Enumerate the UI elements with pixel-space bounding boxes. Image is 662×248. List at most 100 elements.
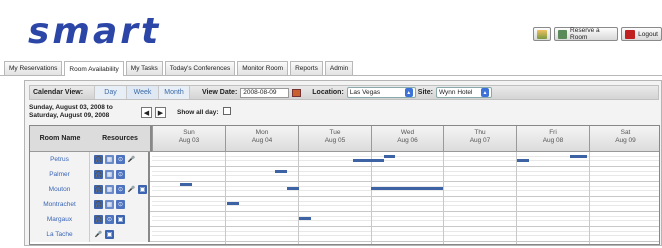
day-divider xyxy=(371,152,372,244)
room-name[interactable]: Montrachet xyxy=(30,197,90,212)
show-all-day-checkbox[interactable] xyxy=(223,107,231,115)
tab-monitor-room[interactable]: Monitor Room xyxy=(237,61,289,75)
ad-icon: ⊙ xyxy=(116,200,125,209)
day-name: Mon xyxy=(255,129,269,136)
smart-logo: smart xyxy=(28,11,162,52)
day-date: Aug 09 xyxy=(615,137,636,144)
ad-icon: ⊙ xyxy=(116,170,125,179)
calendar-icon xyxy=(558,29,568,39)
view-week-button[interactable]: Week xyxy=(126,86,158,99)
availability-panel: Calendar View: Day Week Month View Date:… xyxy=(24,80,662,246)
reservation-bar[interactable] xyxy=(371,187,443,190)
tab-my-tasks[interactable]: My Tasks xyxy=(125,61,163,75)
grid-room-header: Room Name Resources xyxy=(30,126,152,152)
room-name[interactable]: Mouton xyxy=(30,182,90,197)
room-name[interactable]: Petrus xyxy=(30,152,90,167)
site-label: Site: xyxy=(417,89,433,96)
room-row: La Tache 🎤 ▣ xyxy=(30,227,659,242)
room-row: Petrus 🎧 ▦ ⊙ 🎤 xyxy=(30,152,659,167)
room-resources: 🎤 ▣ xyxy=(90,227,150,242)
next-week-button[interactable]: ▶ xyxy=(155,107,166,118)
reservation-bar[interactable] xyxy=(227,202,239,205)
view-month-button[interactable]: Month xyxy=(158,86,190,99)
day-header: Wed Aug 06 xyxy=(371,126,443,152)
room-row: Margaux 🎧 ⊙ ▣ xyxy=(30,212,659,227)
reservation-bar[interactable] xyxy=(517,159,529,162)
room-resources: 🎧 ▦ ⊙ 🎤 ▣ xyxy=(90,182,150,197)
day-header: Tue Aug 05 xyxy=(298,126,371,152)
left-arrow-icon: ◀ xyxy=(143,109,150,117)
date-range-start: Sunday, August 03, 2008 to xyxy=(29,104,113,111)
day-date: Aug 08 xyxy=(542,137,564,144)
screen-icon: ▣ xyxy=(105,230,114,239)
reservation-bar[interactable] xyxy=(275,170,287,173)
headset-icon: 🎧 xyxy=(94,185,103,194)
ad-icon: ⊙ xyxy=(105,215,114,224)
view-date-field[interactable]: 2008-08-09 xyxy=(240,87,290,98)
ad-icon: ⊙ xyxy=(116,155,125,164)
calendar-icon: ▦ xyxy=(105,200,114,209)
reservation-bar[interactable] xyxy=(299,217,311,220)
mic-icon: 🎤 xyxy=(127,157,136,163)
view-day-button[interactable]: Day xyxy=(94,86,126,99)
day-header: Mon Aug 04 xyxy=(225,126,298,152)
date-picker-icon[interactable] xyxy=(292,88,302,97)
mic-icon: 🎤 xyxy=(127,187,136,193)
room-row: Mouton 🎧 ▦ ⊙ 🎤 ▣ xyxy=(30,182,659,197)
room-resources: 🎧 ▦ ⊙ xyxy=(90,167,150,182)
calendar-icon: ▦ xyxy=(105,170,114,179)
day-date: Aug 06 xyxy=(397,137,418,144)
chevron-down-icon: ▲ xyxy=(404,88,413,97)
user-button[interactable] xyxy=(533,27,551,41)
room-name[interactable]: Margaux xyxy=(30,212,90,227)
location-label: Location: xyxy=(312,89,344,96)
headset-icon: 🎧 xyxy=(94,155,103,164)
room-row: Palmer 🎧 ▦ ⊙ xyxy=(30,167,659,182)
day-name: Tue xyxy=(329,129,341,136)
prev-week-button[interactable]: ◀ xyxy=(141,107,152,118)
location-select[interactable]: Las Vegas ▲ xyxy=(346,87,416,98)
room-resources: 🎧 ⊙ ▣ xyxy=(90,212,150,227)
room-name[interactable]: La Tache xyxy=(30,227,90,242)
day-divider xyxy=(443,152,444,244)
date-range-row: Sunday, August 03, 2008 to Saturday, Augu… xyxy=(29,104,659,124)
site-select[interactable]: Wynn Hotel ▲ xyxy=(435,87,492,98)
mic-icon: 🎤 xyxy=(94,232,103,238)
day-date: Aug 05 xyxy=(324,137,346,144)
tab-my-reservations[interactable]: My Reservations xyxy=(4,61,63,75)
user-icon xyxy=(537,29,547,39)
tab-todays-conferences[interactable]: Today's Conferences xyxy=(164,61,236,75)
reserve-room-button[interactable]: Reserve a Room xyxy=(554,27,619,41)
tab-room-availability[interactable]: Room Availability xyxy=(64,61,124,76)
reservation-bar[interactable] xyxy=(353,159,384,162)
day-name: Sun xyxy=(183,129,195,136)
site-value: Wynn Hotel xyxy=(438,89,473,96)
reservation-bar[interactable] xyxy=(570,155,587,158)
availability-grid: Room Name Resources Sun Aug 03 Mon Aug 04 … xyxy=(29,125,660,245)
reservation-bar[interactable] xyxy=(384,155,395,158)
day-divider xyxy=(516,152,517,244)
room-resources: 🎧 ▦ ⊙ 🎤 xyxy=(90,152,150,167)
logout-label: Logout xyxy=(638,30,658,38)
header-actions: Reserve a Room Logout xyxy=(533,27,662,41)
reservation-bar[interactable] xyxy=(180,183,192,186)
view-date-label: View Date: xyxy=(202,89,238,96)
logout-button[interactable]: Logout xyxy=(621,27,662,41)
day-name: Fri xyxy=(549,129,557,136)
room-name[interactable]: Palmer xyxy=(30,167,90,182)
tab-reports[interactable]: Reports xyxy=(290,61,323,75)
reservation-bar[interactable] xyxy=(287,187,299,190)
day-header: Sun Aug 03 xyxy=(152,126,225,152)
resources-header: Resources xyxy=(102,135,138,142)
screen-icon: ▣ xyxy=(116,215,125,224)
day-date: Aug 03 xyxy=(178,137,200,144)
screen-icon: ▣ xyxy=(138,185,147,194)
day-name: Thu xyxy=(474,129,486,136)
day-divider xyxy=(225,152,226,244)
right-arrow-icon: ▶ xyxy=(157,109,164,117)
location-value: Las Vegas xyxy=(349,89,381,96)
logout-icon xyxy=(625,29,636,39)
main-tabs: My Reservations Room Availability My Tas… xyxy=(0,61,662,76)
day-date: Aug 04 xyxy=(251,137,273,144)
tab-admin[interactable]: Admin xyxy=(324,61,354,75)
